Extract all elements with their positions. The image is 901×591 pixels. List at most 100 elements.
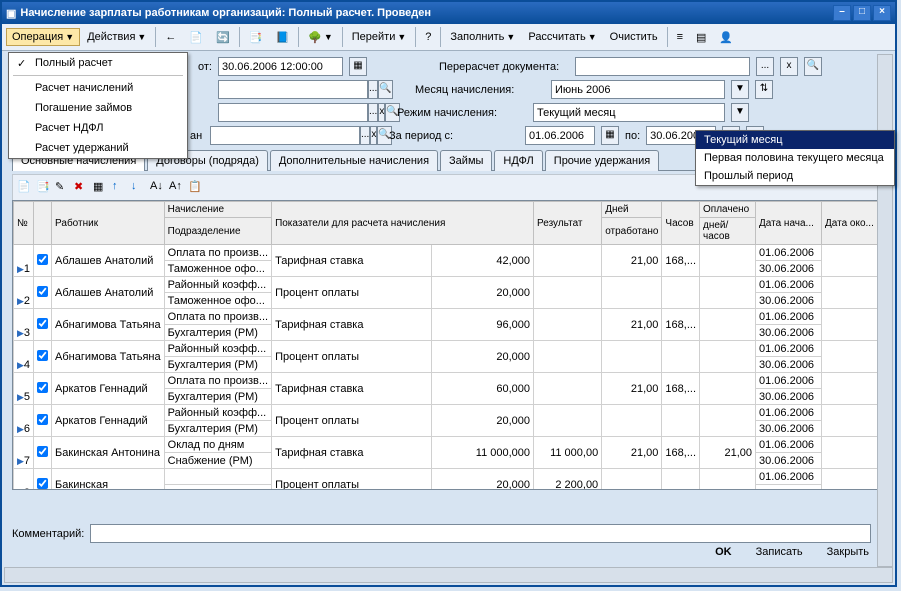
col-result[interactable]: Результат (534, 202, 602, 245)
row-checkbox[interactable] (37, 478, 48, 489)
add-row-icon[interactable]: 📄 (17, 180, 33, 196)
fill-menu[interactable]: Заполнить ▼ (444, 28, 521, 46)
tab-loans[interactable]: Займы (440, 150, 492, 171)
row-checkbox[interactable] (37, 286, 48, 297)
op-accrual-calc[interactable]: Расчет начислений (9, 78, 187, 98)
find-icon-1[interactable]: 📑 (243, 28, 269, 47)
resp-input[interactable] (210, 126, 360, 145)
table-row[interactable]: ▶1Аблашев АнатолийОплата по произв...Тар… (14, 245, 884, 261)
op-ndfl-calc[interactable]: Расчет НДФЛ (9, 118, 187, 138)
actions-menu[interactable]: Действия ▼ (81, 28, 152, 46)
month-label: Месяц начисления: (415, 84, 545, 96)
pick-icon[interactable]: 👤 (713, 28, 739, 47)
col-paid[interactable]: Оплачено (700, 202, 756, 218)
col-days2[interactable]: отработано (602, 218, 662, 245)
resp-ellipsis-icon[interactable]: ... (360, 126, 370, 145)
month-input[interactable] (551, 80, 725, 99)
dept-input[interactable] (218, 103, 368, 122)
row-checkbox[interactable] (37, 254, 48, 265)
row-checkbox[interactable] (37, 382, 48, 393)
move-up-icon[interactable]: ↑ (112, 180, 128, 196)
mode-input[interactable] (533, 103, 725, 122)
period-from-input[interactable] (525, 126, 595, 145)
close-form-button[interactable]: Закрыть (819, 543, 877, 561)
mode-opt-prev[interactable]: Прошлый период (696, 167, 894, 185)
clear-button[interactable]: Очистить (604, 28, 664, 46)
col-worker[interactable]: Работник (52, 202, 165, 245)
col-dept[interactable]: Подразделение (164, 218, 271, 245)
table-row[interactable]: ▶7Бакинская АнтонинаОклад по днямТарифна… (14, 437, 884, 453)
table-row[interactable]: ▶6Аркатов ГеннадийРайонный коэфф...Проце… (14, 405, 884, 421)
end-edit-icon[interactable]: ▦ (93, 180, 109, 196)
col-check[interactable] (34, 202, 52, 245)
sort-desc-icon[interactable]: A↑ (169, 180, 185, 196)
repost-icon[interactable]: 🔄 (210, 28, 236, 47)
tab-ndfl[interactable]: НДФЛ (494, 150, 542, 171)
add-copy-icon[interactable]: 📑 (36, 180, 52, 196)
ok-button[interactable]: OK (707, 543, 740, 561)
table-row[interactable]: ▶4Абнагимова ТатьянаРайонный коэфф...Про… (14, 341, 884, 357)
mode-opt-first-half[interactable]: Первая половина текущего месяца (696, 149, 894, 167)
date-from-input[interactable] (218, 57, 343, 76)
horizontal-scrollbar[interactable] (4, 567, 893, 583)
calc-menu[interactable]: Рассчитать ▼ (522, 28, 602, 46)
month-dd-icon[interactable]: ▼ (731, 80, 749, 99)
pick-row-icon[interactable]: 📋 (188, 180, 204, 196)
col-no[interactable]: № (14, 202, 34, 245)
resp-clear-icon[interactable]: x (370, 126, 377, 145)
operation-menu[interactable]: Операция ▼ (6, 28, 80, 46)
nav-back-icon[interactable]: ← (159, 28, 182, 46)
table-row[interactable]: ▶3Абнагимова ТатьянаОплата по произв...Т… (14, 309, 884, 325)
row-checkbox[interactable] (37, 318, 48, 329)
col-paid2[interactable]: дней/часов (700, 218, 756, 245)
org-ellipsis-1-icon[interactable]: ... (368, 80, 378, 99)
op-loan-repay[interactable]: Погашение займов (9, 98, 187, 118)
col-days[interactable]: Дней (602, 202, 662, 218)
mode-dd-icon[interactable]: ▼ (731, 103, 749, 122)
month-stepper-icon[interactable]: ⇅ (755, 80, 773, 99)
move-dn-icon[interactable]: ↓ (131, 180, 147, 196)
tab-additional[interactable]: Дополнительные начисления (270, 150, 438, 171)
delete-row-icon[interactable]: ✖ (74, 180, 90, 196)
minimize-button[interactable]: – (833, 5, 851, 21)
col-d2[interactable]: Дата око... (822, 202, 884, 245)
op-deduct-calc[interactable]: Расчет удержаний (9, 138, 187, 158)
col-indicators[interactable]: Показатели для расчета начисления (272, 202, 534, 245)
dept-ellipsis-icon[interactable]: ... (368, 103, 378, 122)
row-checkbox[interactable] (37, 414, 48, 425)
org-input-1[interactable] (218, 80, 368, 99)
maximize-button[interactable]: □ (853, 5, 871, 21)
col-accrual[interactable]: Начисление (164, 202, 271, 218)
table-row[interactable]: ▶8БакинскаяПроцент оплаты20,0002 200,000… (14, 469, 884, 485)
recalc-input[interactable] (575, 57, 750, 76)
close-button[interactable]: × (873, 5, 891, 21)
org-search-1-icon[interactable]: 🔍 (378, 80, 392, 99)
row-checkbox[interactable] (37, 446, 48, 457)
find-icon-2[interactable]: 📘 (269, 28, 295, 47)
recalc-clear-icon[interactable]: x (780, 57, 798, 76)
table-row[interactable]: ▶2Аблашев АнатолийРайонный коэфф...Проце… (14, 277, 884, 293)
recalc-ellipsis-icon[interactable]: ... (756, 57, 774, 76)
save-button[interactable]: Записать (748, 543, 811, 561)
post-doc-icon[interactable]: 📄 (183, 28, 209, 47)
tab-other-deduct[interactable]: Прочие удержания (545, 150, 659, 171)
col-hours[interactable]: Часов (662, 202, 700, 245)
dept-clear-icon[interactable]: x (378, 103, 385, 122)
sort-asc-icon[interactable]: A↓ (150, 180, 166, 196)
calendar-from-icon[interactable]: ▦ (349, 57, 367, 76)
list-mode-icon[interactable]: ≡ (671, 28, 689, 46)
row-checkbox[interactable] (37, 350, 48, 361)
tree-icon[interactable]: 🌳 ▼ (302, 28, 339, 47)
window-title: Начисление зарплаты работникам организац… (20, 7, 431, 19)
recalc-search-icon[interactable]: 🔍 (804, 57, 822, 76)
help-button[interactable]: ? (419, 28, 437, 46)
form-mode-icon[interactable]: ▤ (690, 28, 712, 47)
accruals-grid[interactable]: № Работник Начисление Показатели для рас… (12, 200, 885, 490)
table-row[interactable]: ▶5Аркатов ГеннадийОплата по произв...Тар… (14, 373, 884, 389)
op-full-calc[interactable]: Полный расчет (9, 53, 187, 73)
edit-row-icon[interactable]: ✎ (55, 180, 71, 196)
goto-menu[interactable]: Перейти ▼ (346, 28, 413, 46)
col-d1[interactable]: Дата нача... (756, 202, 822, 245)
mode-opt-current[interactable]: Текущий месяц (696, 131, 894, 149)
period-from-cal-icon[interactable]: ▦ (601, 126, 619, 145)
